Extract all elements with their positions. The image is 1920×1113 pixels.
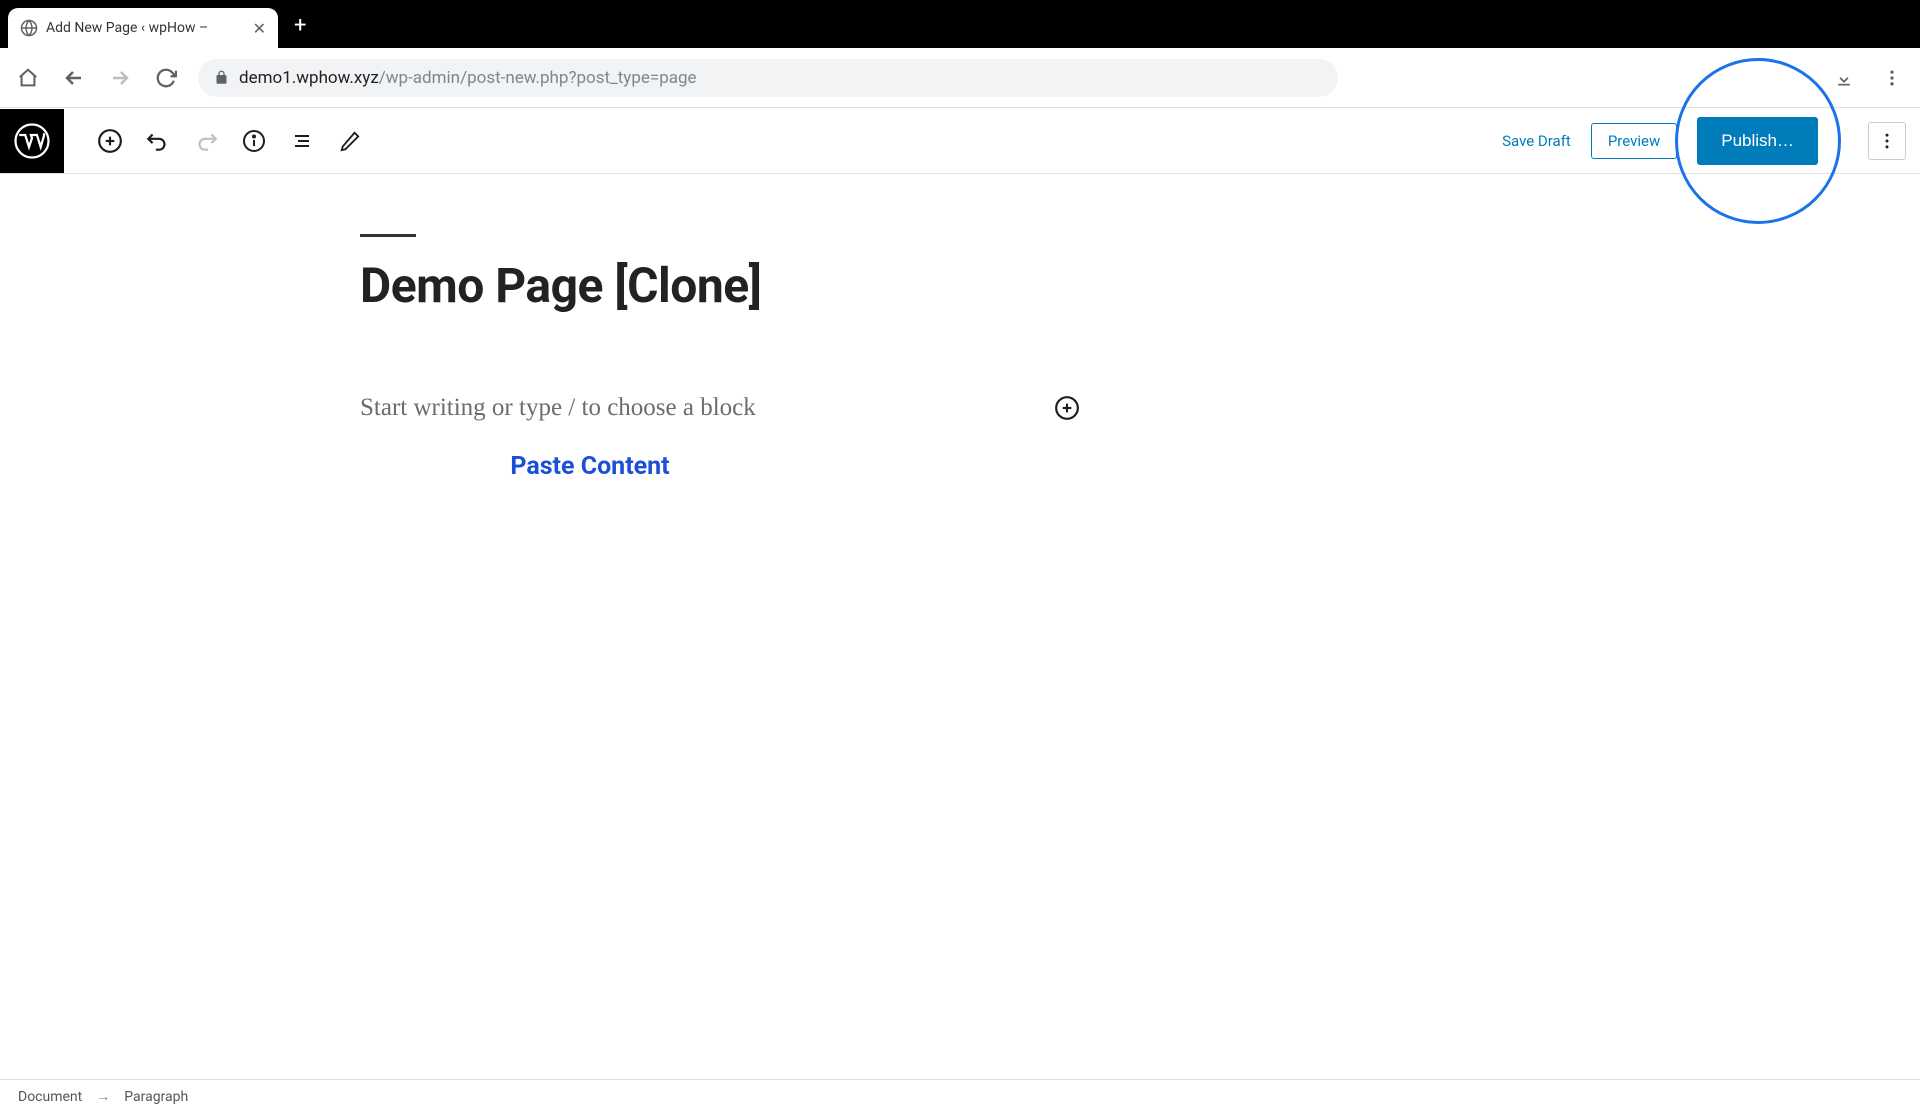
url-domain: demo1.wphow.xyz (239, 68, 379, 88)
new-tab-button[interactable]: + (294, 13, 306, 38)
publish-button[interactable]: Publish… (1697, 117, 1818, 165)
globe-icon (20, 19, 38, 37)
browser-menu-button[interactable] (1878, 64, 1906, 92)
info-button[interactable] (236, 123, 272, 159)
page-title-input[interactable]: Demo Page [Clone] (360, 257, 1080, 314)
more-options-button[interactable] (1868, 122, 1906, 160)
block-placeholder[interactable]: Start writing or type / to choose a bloc… (360, 394, 756, 422)
preview-button[interactable]: Preview (1591, 123, 1677, 159)
wordpress-logo[interactable] (0, 109, 64, 173)
browser-tab-bar: Add New Page ‹ wpHow – ✕ + (0, 0, 1920, 48)
add-block-button[interactable] (92, 123, 128, 159)
breadcrumb-paragraph[interactable]: Paragraph (124, 1089, 188, 1105)
lock-icon (214, 70, 229, 85)
footer-breadcrumb: Document → Paragraph (0, 1079, 1920, 1113)
title-decoration (360, 234, 416, 237)
wp-editor-toolbar: Save Draft Preview Publish… (0, 108, 1920, 174)
redo-button[interactable] (188, 123, 224, 159)
paste-content-label: Paste Content (360, 452, 820, 481)
undo-button[interactable] (140, 123, 176, 159)
save-draft-button[interactable]: Save Draft (1502, 132, 1571, 150)
back-button[interactable] (60, 64, 88, 92)
reload-button[interactable] (152, 64, 180, 92)
forward-button[interactable] (106, 64, 134, 92)
outline-button[interactable] (284, 123, 320, 159)
breadcrumb-document[interactable]: Document (18, 1089, 82, 1105)
edit-mode-button[interactable] (332, 123, 368, 159)
close-tab-icon[interactable]: ✕ (253, 19, 266, 38)
editor-content-area: Demo Page [Clone] Start writing or type … (360, 174, 1080, 481)
browser-tab[interactable]: Add New Page ‹ wpHow – ✕ (8, 8, 278, 48)
arrow-right-icon: → (96, 1088, 110, 1105)
download-button[interactable] (1830, 64, 1858, 92)
browser-toolbar: demo1.wphow.xyz/wp-admin/post-new.php?po… (0, 48, 1920, 108)
tab-title: Add New Page ‹ wpHow – (46, 20, 208, 36)
inline-add-block-icon[interactable] (1054, 395, 1080, 421)
home-button[interactable] (14, 64, 42, 92)
url-path: /wp-admin/post-new.php?post_type=page (379, 68, 697, 88)
address-bar[interactable]: demo1.wphow.xyz/wp-admin/post-new.php?po… (198, 59, 1338, 97)
url-text: demo1.wphow.xyz/wp-admin/post-new.php?po… (239, 68, 697, 88)
